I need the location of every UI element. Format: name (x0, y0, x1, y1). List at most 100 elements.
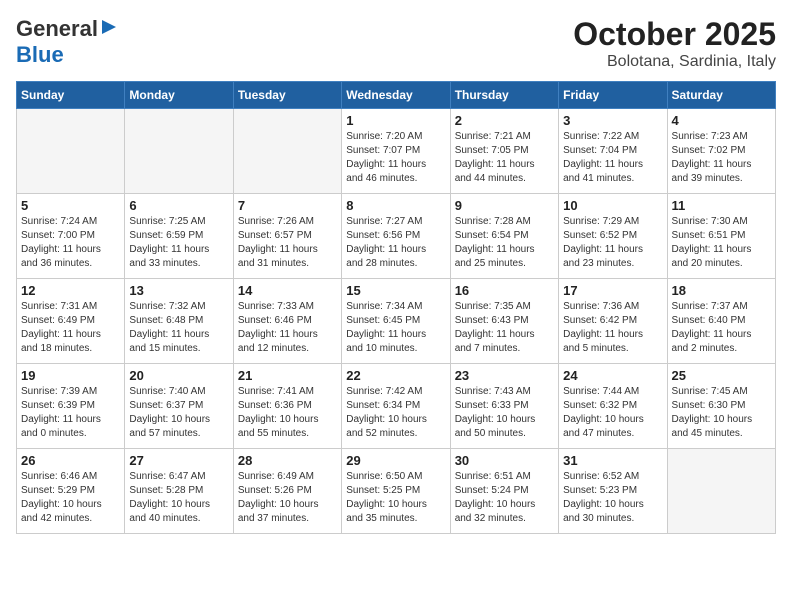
table-row: 6 Sunrise: 7:25 AM Sunset: 6:59 PM Daylig… (125, 194, 233, 279)
table-row: 29 Sunrise: 6:50 AM Sunset: 5:25 PM Dayli… (342, 449, 450, 534)
day-number: 6 (129, 198, 228, 213)
day-number: 26 (21, 453, 120, 468)
day-info: Sunrise: 7:22 AM Sunset: 7:04 PM Dayligh… (563, 130, 662, 186)
table-row: 3 Sunrise: 7:22 AM Sunset: 7:04 PM Daylig… (559, 109, 667, 194)
day-info: Sunrise: 7:24 AM Sunset: 7:00 PM Dayligh… (21, 215, 120, 271)
day-number: 9 (455, 198, 554, 213)
page-subtitle: Bolotana, Sardinia, Italy (573, 53, 776, 71)
day-info: Sunrise: 7:20 AM Sunset: 7:07 PM Dayligh… (346, 130, 445, 186)
day-info: Sunrise: 7:31 AM Sunset: 6:49 PM Dayligh… (21, 300, 120, 356)
day-number: 25 (672, 368, 771, 383)
table-row: 30 Sunrise: 6:51 AM Sunset: 5:24 PM Dayli… (450, 449, 558, 534)
table-row: 18 Sunrise: 7:37 AM Sunset: 6:40 PM Dayli… (667, 279, 775, 364)
day-info: Sunrise: 7:27 AM Sunset: 6:56 PM Dayligh… (346, 215, 445, 271)
table-row: 14Sunrise: 7:33 AM Sunset: 6:46 PM Dayli… (233, 279, 341, 364)
calendar-week-row: 1 Sunrise: 7:20 AM Sunset: 7:07 PM Daylig… (17, 109, 776, 194)
day-number: 8 (346, 198, 445, 213)
table-row: 19Sunrise: 7:39 AM Sunset: 6:39 PM Dayli… (17, 364, 125, 449)
table-row (125, 109, 233, 194)
table-row: 21Sunrise: 7:41 AM Sunset: 6:36 PM Dayli… (233, 364, 341, 449)
day-info: Sunrise: 7:37 AM Sunset: 6:40 PM Dayligh… (672, 300, 771, 356)
col-sunday: Sunday (17, 82, 125, 109)
day-number: 7 (238, 198, 337, 213)
day-number: 24 (563, 368, 662, 383)
day-info: Sunrise: 7:36 AM Sunset: 6:42 PM Dayligh… (563, 300, 662, 356)
table-row: 26 Sunrise: 6:46 AM Sunset: 5:29 PM Dayli… (17, 449, 125, 534)
day-info: Sunrise: 7:25 AM Sunset: 6:59 PM Dayligh… (129, 215, 228, 271)
table-row: 25 Sunrise: 7:45 AM Sunset: 6:30 PM Dayli… (667, 364, 775, 449)
table-row (17, 109, 125, 194)
table-row: 20 Sunrise: 7:40 AM Sunset: 6:37 PM Dayli… (125, 364, 233, 449)
col-tuesday: Tuesday (233, 82, 341, 109)
day-number: 20 (129, 368, 228, 383)
day-number: 18 (672, 283, 771, 298)
day-number: 11 (672, 198, 771, 213)
table-row: 27 Sunrise: 6:47 AM Sunset: 5:28 PM Dayli… (125, 449, 233, 534)
table-row: 15Sunrise: 7:34 AM Sunset: 6:45 PM Dayli… (342, 279, 450, 364)
day-info: Sunrise: 7:33 AM Sunset: 6:46 PM Dayligh… (238, 300, 337, 356)
logo-general: General (16, 16, 98, 42)
table-row: 31Sunrise: 6:52 AM Sunset: 5:23 PM Dayli… (559, 449, 667, 534)
table-row (233, 109, 341, 194)
day-number: 17 (563, 283, 662, 298)
day-number: 3 (563, 113, 662, 128)
header: General Blue October 2025 Bolotana, Sard… (16, 16, 776, 71)
day-info: Sunrise: 6:50 AM Sunset: 5:25 PM Dayligh… (346, 470, 445, 526)
table-row: 11 Sunrise: 7:30 AM Sunset: 6:51 PM Dayli… (667, 194, 775, 279)
col-thursday: Thursday (450, 82, 558, 109)
table-row (667, 449, 775, 534)
day-info: Sunrise: 7:30 AM Sunset: 6:51 PM Dayligh… (672, 215, 771, 271)
day-number: 22 (346, 368, 445, 383)
table-row: 17 Sunrise: 7:36 AM Sunset: 6:42 PM Dayli… (559, 279, 667, 364)
page-title: October 2025 (573, 16, 776, 53)
day-info: Sunrise: 7:32 AM Sunset: 6:48 PM Dayligh… (129, 300, 228, 356)
day-number: 30 (455, 453, 554, 468)
table-row: 24 Sunrise: 7:44 AM Sunset: 6:32 PM Dayli… (559, 364, 667, 449)
day-number: 28 (238, 453, 337, 468)
day-number: 10 (563, 198, 662, 213)
calendar-week-row: 26 Sunrise: 6:46 AM Sunset: 5:29 PM Dayli… (17, 449, 776, 534)
table-row: 23 Sunrise: 7:43 AM Sunset: 6:33 PM Dayli… (450, 364, 558, 449)
day-info: Sunrise: 7:34 AM Sunset: 6:45 PM Dayligh… (346, 300, 445, 356)
day-info: Sunrise: 7:21 AM Sunset: 7:05 PM Dayligh… (455, 130, 554, 186)
day-info: Sunrise: 6:46 AM Sunset: 5:29 PM Dayligh… (21, 470, 120, 526)
day-number: 29 (346, 453, 445, 468)
col-wednesday: Wednesday (342, 82, 450, 109)
day-info: Sunrise: 7:44 AM Sunset: 6:32 PM Dayligh… (563, 385, 662, 441)
day-info: Sunrise: 6:51 AM Sunset: 5:24 PM Dayligh… (455, 470, 554, 526)
day-number: 4 (672, 113, 771, 128)
calendar-header-row: Sunday Monday Tuesday Wednesday Thursday… (17, 82, 776, 109)
day-info: Sunrise: 6:52 AM Sunset: 5:23 PM Dayligh… (563, 470, 662, 526)
day-number: 12 (21, 283, 120, 298)
table-row: 9Sunrise: 7:28 AM Sunset: 6:54 PM Daylig… (450, 194, 558, 279)
table-row: 7 Sunrise: 7:26 AM Sunset: 6:57 PM Daylig… (233, 194, 341, 279)
day-number: 1 (346, 113, 445, 128)
table-row: 12 Sunrise: 7:31 AM Sunset: 6:49 PM Dayli… (17, 279, 125, 364)
table-row: 5Sunrise: 7:24 AM Sunset: 7:00 PM Daylig… (17, 194, 125, 279)
day-info: Sunrise: 7:43 AM Sunset: 6:33 PM Dayligh… (455, 385, 554, 441)
col-saturday: Saturday (667, 82, 775, 109)
logo-arrow-icon (100, 18, 118, 36)
calendar: Sunday Monday Tuesday Wednesday Thursday… (16, 81, 776, 534)
day-info: Sunrise: 7:41 AM Sunset: 6:36 PM Dayligh… (238, 385, 337, 441)
day-number: 23 (455, 368, 554, 383)
col-friday: Friday (559, 82, 667, 109)
table-row: 1 Sunrise: 7:20 AM Sunset: 7:07 PM Daylig… (342, 109, 450, 194)
day-number: 13 (129, 283, 228, 298)
table-row: 2Sunrise: 7:21 AM Sunset: 7:05 PM Daylig… (450, 109, 558, 194)
day-info: Sunrise: 7:45 AM Sunset: 6:30 PM Dayligh… (672, 385, 771, 441)
day-info: Sunrise: 7:42 AM Sunset: 6:34 PM Dayligh… (346, 385, 445, 441)
table-row: 4 Sunrise: 7:23 AM Sunset: 7:02 PM Daylig… (667, 109, 775, 194)
day-info: Sunrise: 7:29 AM Sunset: 6:52 PM Dayligh… (563, 215, 662, 271)
day-info: Sunrise: 6:47 AM Sunset: 5:28 PM Dayligh… (129, 470, 228, 526)
table-row: 28Sunrise: 6:49 AM Sunset: 5:26 PM Dayli… (233, 449, 341, 534)
day-info: Sunrise: 7:26 AM Sunset: 6:57 PM Dayligh… (238, 215, 337, 271)
calendar-week-row: 12 Sunrise: 7:31 AM Sunset: 6:49 PM Dayli… (17, 279, 776, 364)
day-info: Sunrise: 7:40 AM Sunset: 6:37 PM Dayligh… (129, 385, 228, 441)
day-number: 27 (129, 453, 228, 468)
day-info: Sunrise: 7:23 AM Sunset: 7:02 PM Dayligh… (672, 130, 771, 186)
day-number: 16 (455, 283, 554, 298)
table-row: 16Sunrise: 7:35 AM Sunset: 6:43 PM Dayli… (450, 279, 558, 364)
table-row: 13 Sunrise: 7:32 AM Sunset: 6:48 PM Dayli… (125, 279, 233, 364)
col-monday: Monday (125, 82, 233, 109)
